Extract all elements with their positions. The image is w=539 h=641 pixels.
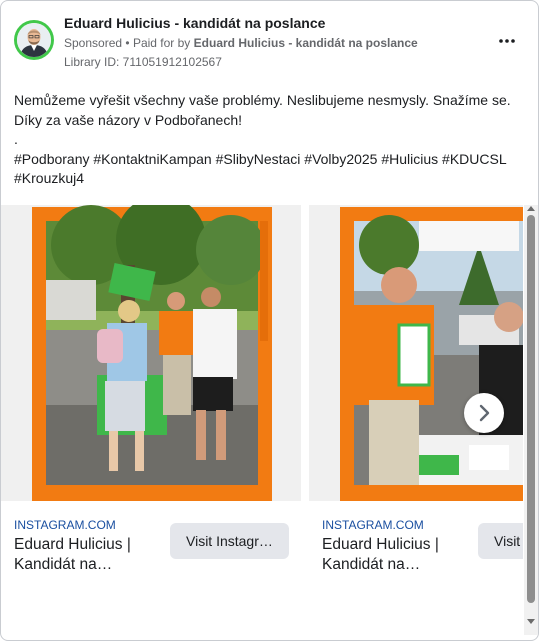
separator-dot: •: [125, 36, 133, 50]
body-line: .: [14, 131, 18, 147]
ad-card: Eduard Hulicius - kandidát na poslance S…: [0, 0, 539, 641]
carousel-next-button[interactable]: [464, 393, 504, 433]
card-title[interactable]: Eduard Hulicius | Kandidát na…: [322, 535, 467, 575]
scroll-down-arrow-icon[interactable]: [527, 617, 535, 625]
paid-for-label: Paid for by: [132, 36, 191, 50]
card-domain[interactable]: INSTAGRAM.COM: [322, 518, 424, 532]
carousel: INSTAGRAM.COM Eduard Hulicius | Kandidát…: [1, 205, 523, 585]
card-title-line: Kandidát na…: [322, 556, 421, 573]
scrollbar-thumb[interactable]: [527, 215, 535, 603]
card-title-line: Eduard Hulicius |: [322, 536, 439, 553]
paid-for-name: Eduard Hulicius - kandidát na poslance: [193, 36, 418, 50]
card-title[interactable]: Eduard Hulicius | Kandidát na…: [14, 535, 159, 575]
sponsored-label: Sponsored: [64, 36, 123, 50]
scroll-up-arrow-icon[interactable]: [527, 205, 535, 213]
card-domain[interactable]: INSTAGRAM.COM: [14, 518, 116, 532]
body-line: Nemůžeme vyřešit všechny vaše problémy. …: [14, 92, 511, 108]
card-title-line: Kandidát na…: [14, 556, 113, 573]
card-image[interactable]: [1, 205, 301, 507]
campaign-photo-image: [1, 205, 301, 507]
chevron-right-icon: [479, 404, 490, 422]
card-image[interactable]: [309, 205, 523, 507]
sponsored-line: Sponsored • Paid for by Eduard Hulicius …: [64, 36, 418, 50]
body-hashtags[interactable]: #Podborany #KontaktniKampan #SlibyNestac…: [14, 150, 519, 170]
more-options-button[interactable]: [495, 31, 519, 51]
more-horizontal-icon: [499, 39, 515, 43]
visit-instagram-button[interactable]: Visit Instagr…: [170, 523, 289, 559]
campaign-photo-image: [309, 205, 523, 507]
body-line: Díky za vaše názory v Podbořanech!: [14, 111, 243, 128]
card-title-line: Eduard Hulicius |: [14, 536, 131, 553]
visit-instagram-button[interactable]: Visit Instagr…: [478, 523, 523, 559]
carousel-card[interactable]: INSTAGRAM.COM Eduard Hulicius | Kandidát…: [1, 205, 301, 585]
body-hashtags[interactable]: #Krouzkuj4: [14, 169, 519, 189]
ad-body-text: Nemůžeme vyřešit všechny vaše problémy. …: [14, 91, 519, 189]
page-avatar[interactable]: [14, 20, 54, 60]
profile-photo-icon: [17, 23, 51, 57]
page-name-link[interactable]: Eduard Hulicius - kandidát na poslance: [64, 15, 325, 31]
library-id: Library ID: 711051912102567: [64, 55, 222, 69]
